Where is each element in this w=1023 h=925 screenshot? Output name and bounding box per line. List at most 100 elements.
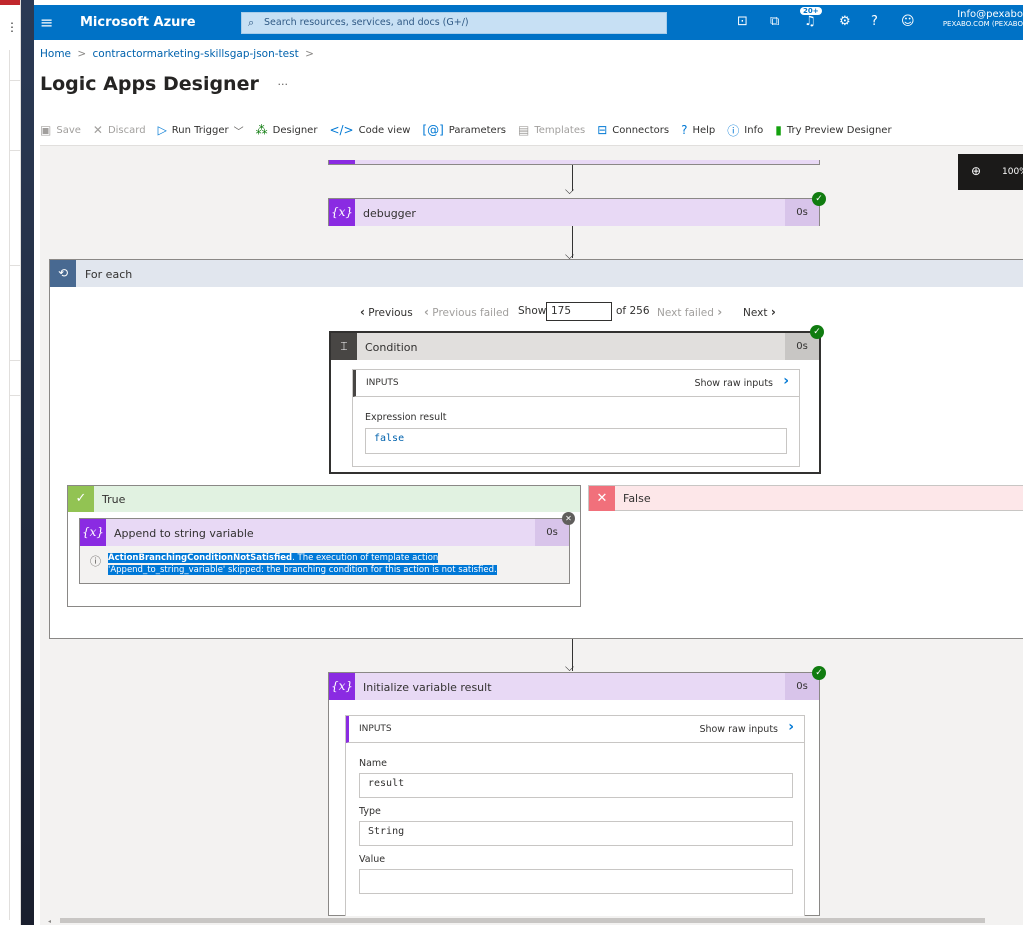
divider <box>10 265 20 266</box>
notifications-icon[interactable]: ♫ <box>804 14 816 29</box>
info-button[interactable]: ⓘ Info <box>727 122 763 139</box>
brand-title[interactable]: Microsoft Azure <box>80 15 196 30</box>
iteration-number-input[interactable]: 175 <box>546 302 612 321</box>
success-check-icon: ✓ <box>812 666 826 680</box>
foreach-title: For each <box>85 268 133 281</box>
false-branch-title: False <box>623 492 651 505</box>
play-icon: ▷ <box>157 123 167 137</box>
info-label: Info <box>744 124 764 136</box>
parameters-button[interactable]: [@] Parameters <box>422 123 506 137</box>
initialize-variable-card[interactable]: {x} Initialize variable result 0s INPUTS… <box>328 672 820 916</box>
discard-button[interactable]: ✕ Discard <box>93 123 146 137</box>
breadcrumb-resource[interactable]: contractormarketing-skillsgap-json-test <box>93 48 299 60</box>
condition-title: Condition <box>365 341 418 354</box>
init-inputs-panel: INPUTS Show raw inputs › Name result Typ… <box>345 715 805 916</box>
try-preview-label: Try Preview Designer <box>786 124 892 136</box>
connectors-label: Connectors <box>612 124 670 136</box>
value-label: Value <box>359 854 386 865</box>
parameters-icon: [@] <box>422 123 444 137</box>
type-label: Type <box>359 806 381 817</box>
show-raw-inputs-link[interactable]: Show raw inputs <box>699 724 778 735</box>
chevron-right-icon[interactable]: › <box>783 373 789 389</box>
type-field: String <box>359 821 793 846</box>
parameters-label: Parameters <box>448 124 507 136</box>
success-check-icon: ✓ <box>810 325 824 339</box>
directory-filter-icon[interactable]: ⧉ <box>770 14 779 29</box>
templates-icon: ▤ <box>518 123 530 137</box>
chevron-right-icon[interactable]: › <box>788 719 794 735</box>
foreach-container[interactable]: ⟲ For each ‹ Previous ‹ Previous failed … <box>49 259 1023 639</box>
condition-header: ⌶ Condition 0s <box>331 333 819 360</box>
zoom-level: 100% <box>1002 167 1023 177</box>
next-button[interactable]: Next › <box>743 305 776 319</box>
breadcrumb: Home > contractormarketing-skillsgap-jso… <box>40 48 317 60</box>
step-title: debugger <box>363 207 416 220</box>
save-button[interactable]: ▣ Save <box>40 123 81 137</box>
run-trigger-button[interactable]: ▷ Run Trigger ﹀ <box>158 123 244 138</box>
zoom-in-icon[interactable]: ⊕ <box>971 164 981 178</box>
true-branch[interactable]: ✓ True {x} Append to string variable 0s … <box>67 485 581 607</box>
previous-failed-button[interactable]: ‹ Previous failed <box>424 305 509 319</box>
left-pane-scrollbar[interactable] <box>9 50 20 920</box>
true-branch-title: True <box>102 493 126 506</box>
try-preview-button[interactable]: ▮ Try Preview Designer <box>775 123 891 137</box>
more-options-icon[interactable]: ··· <box>277 78 288 91</box>
designer-canvas[interactable]: ⌵ {x} debugger 0s ✓ ⌵ ⟲ For each ‹ Previ… <box>40 146 1023 916</box>
previous-step-card[interactable] <box>328 160 820 165</box>
designer-button[interactable]: ⁂ Designer <box>256 123 318 137</box>
false-branch[interactable]: ✕ False <box>588 485 1023 511</box>
save-label: Save <box>56 124 81 136</box>
code-view-button[interactable]: </> Code view <box>329 123 410 137</box>
success-check-icon: ✓ <box>812 192 826 206</box>
condition-card[interactable]: ⌶ Condition 0s INPUTS Show raw inputs › … <box>329 331 821 474</box>
divider <box>10 360 20 361</box>
scroll-left-icon[interactable]: ◂ <box>48 918 51 925</box>
cloud-shell-icon[interactable]: ⊡ <box>737 14 748 29</box>
inputs-header: INPUTS Show raw inputs › <box>346 716 804 743</box>
help-icon[interactable]: ? <box>871 14 878 29</box>
close-icon: ✕ <box>92 123 103 137</box>
show-raw-inputs-link[interactable]: Show raw inputs <box>694 378 773 389</box>
breadcrumb-home[interactable]: Home <box>40 48 71 60</box>
append-variable-card[interactable]: {x} Append to string variable 0s ⓘ Actio… <box>79 518 570 584</box>
code-view-label: Code view <box>358 124 411 136</box>
hamburger-menu-icon[interactable]: ≡ <box>40 13 53 32</box>
help-icon: ? <box>681 123 688 137</box>
help-button[interactable]: ? Help <box>681 123 715 137</box>
true-branch-header: ✓ True <box>68 486 580 512</box>
left-pane-strip: ⋮ <box>0 0 21 925</box>
designer-label: Designer <box>272 124 318 136</box>
portal-topbar: ≡ Microsoft Azure ⌕ Search resources, se… <box>34 5 1023 40</box>
condition-icon: ⌶ <box>331 333 357 360</box>
iteration-total: of 256 <box>616 305 650 317</box>
next-label: Next <box>743 307 768 319</box>
debugger-step-card[interactable]: {x} debugger 0s <box>328 198 820 226</box>
previous-failed-label: Previous failed <box>432 307 510 319</box>
previous-label: Previous <box>368 307 413 319</box>
templates-label: Templates <box>534 124 586 136</box>
account-menu[interactable]: Info@pexabo PEXABO.COM (PEXABO <box>927 9 1023 28</box>
code-icon: </> <box>329 123 354 137</box>
zoom-control[interactable]: ⊕ 100% <box>958 154 1023 190</box>
page-title-text: Logic Apps Designer <box>40 73 259 95</box>
feedback-icon[interactable]: ☺ <box>901 14 915 29</box>
search-input[interactable]: ⌕ Search resources, services, and docs (… <box>241 12 667 34</box>
connectors-button[interactable]: ⊟ Connectors <box>597 123 669 137</box>
settings-gear-icon[interactable]: ⚙ <box>839 14 851 29</box>
help-label: Help <box>692 124 716 136</box>
scrollbar-thumb[interactable] <box>60 918 985 923</box>
divider <box>10 395 20 396</box>
variable-icon: {x} <box>329 673 355 700</box>
previous-button[interactable]: ‹ Previous <box>360 305 413 319</box>
left-pane-accent <box>0 0 20 5</box>
horizontal-scrollbar[interactable]: ◂ <box>40 916 1023 925</box>
loop-icon: ⟲ <box>50 260 76 287</box>
connectors-icon: ⊟ <box>597 123 608 137</box>
divider <box>10 80 20 81</box>
chevron-right-icon: › <box>770 305 776 319</box>
more-icon[interactable]: ⋮ <box>6 20 18 34</box>
next-failed-button[interactable]: Next failed › <box>657 305 722 319</box>
next-failed-label: Next failed <box>657 307 714 319</box>
templates-button[interactable]: ▤ Templates <box>518 123 585 137</box>
page-title: Logic Apps Designer ··· <box>40 73 288 95</box>
